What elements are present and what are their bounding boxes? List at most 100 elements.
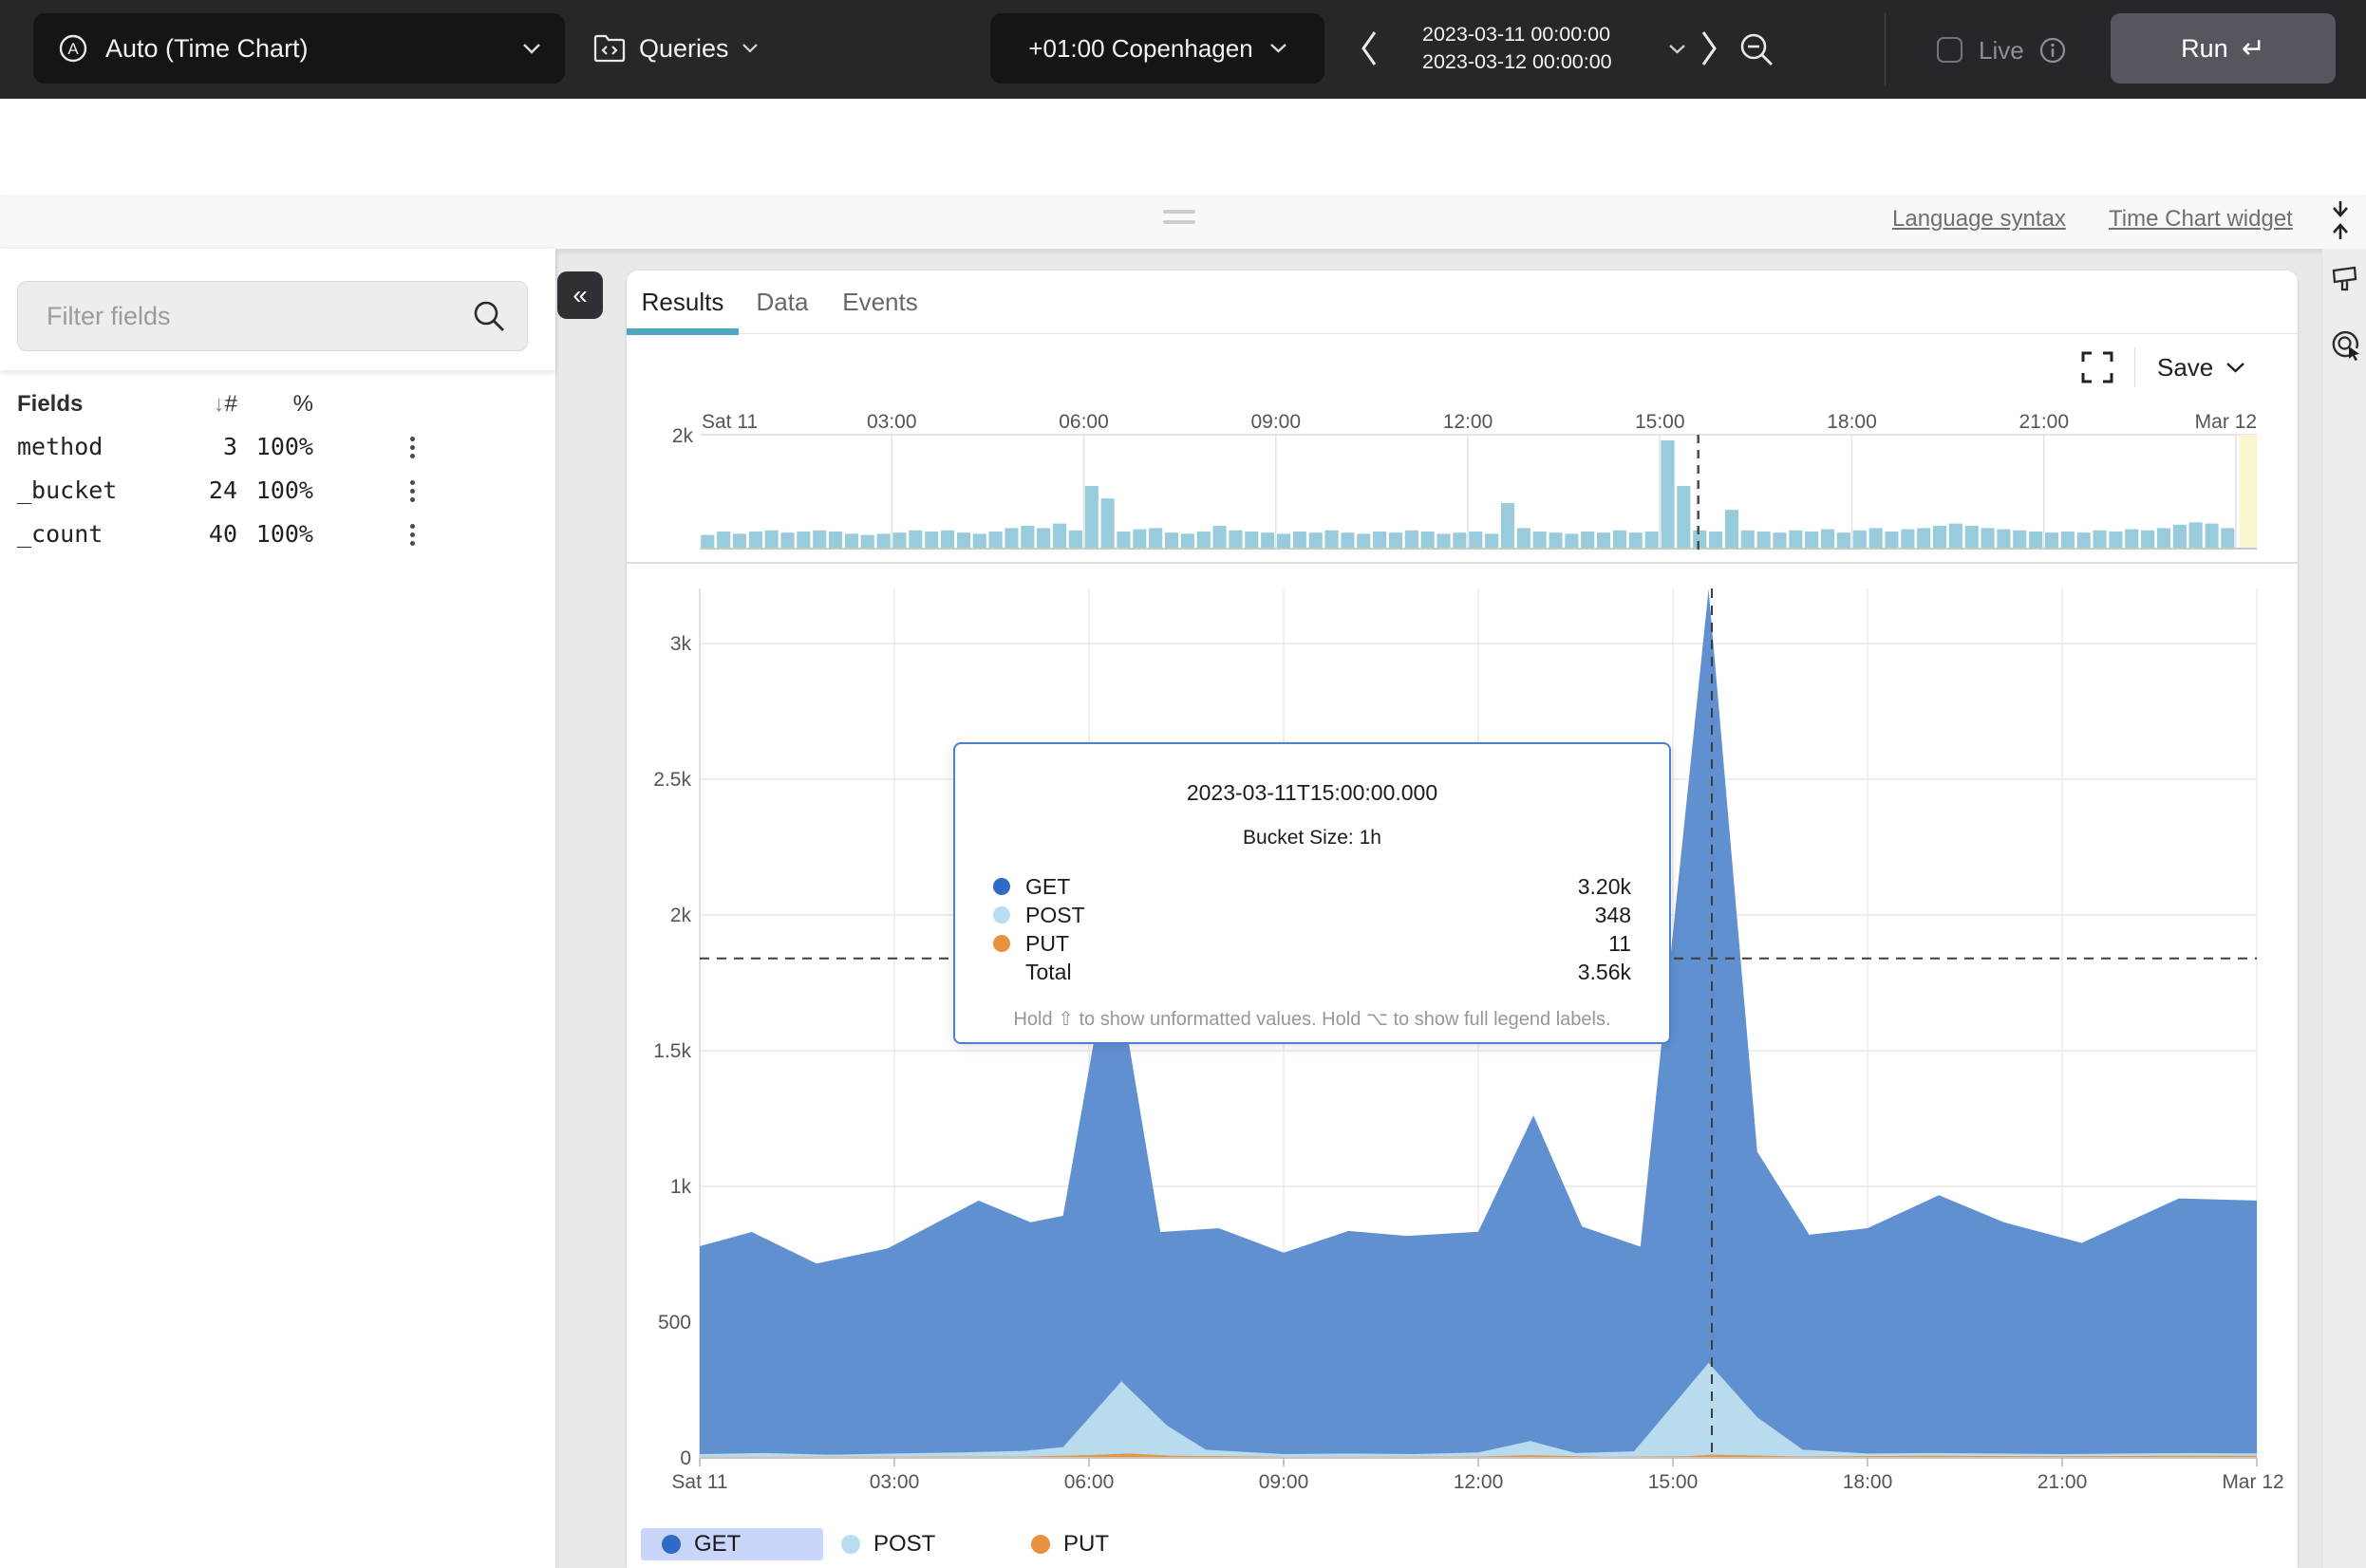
- histogram-bar[interactable]: [1037, 528, 1050, 549]
- histogram-bar[interactable]: [1677, 486, 1690, 549]
- field-row-_bucket[interactable]: _bucket24100%: [0, 471, 555, 514]
- histogram-bar[interactable]: [2189, 522, 2203, 549]
- histogram-bar[interactable]: [1117, 532, 1130, 549]
- histogram-bar[interactable]: [1773, 532, 1786, 549]
- histogram-bar[interactable]: [1901, 530, 1914, 549]
- save-button[interactable]: Save: [2157, 353, 2244, 383]
- histogram-bar[interactable]: [2061, 532, 2075, 549]
- histogram-bar[interactable]: [1885, 532, 1898, 549]
- histogram-bar[interactable]: [957, 532, 970, 549]
- histogram-bar[interactable]: [1197, 532, 1211, 549]
- histogram-bar[interactable]: [925, 532, 938, 549]
- histogram-bar[interactable]: [1245, 532, 1258, 549]
- field-menu-kebab-icon[interactable]: [403, 476, 422, 509]
- info-icon[interactable]: [2039, 37, 2066, 64]
- histogram-bar[interactable]: [892, 532, 906, 549]
- filter-fields-inputbox[interactable]: [17, 281, 528, 351]
- histogram-bar[interactable]: [1741, 531, 1755, 549]
- histogram-bar[interactable]: [2077, 532, 2091, 549]
- query-editor[interactable]: 1 timeChart(span=1h, function=count(), s…: [0, 99, 2366, 195]
- histogram-bar[interactable]: [2094, 531, 2107, 549]
- histogram-bar[interactable]: [813, 531, 826, 549]
- histogram-bar[interactable]: [1613, 531, 1626, 549]
- histogram-bar[interactable]: [1917, 528, 1930, 549]
- histogram-bar[interactable]: [1405, 531, 1418, 549]
- time-range-next-button[interactable]: [1699, 29, 1718, 67]
- histogram-bar[interactable]: [1949, 524, 1962, 549]
- histogram-bar[interactable]: [1053, 524, 1066, 549]
- histogram-bar[interactable]: [845, 533, 858, 549]
- histogram-bar[interactable]: [2141, 531, 2154, 549]
- field-row-method[interactable]: method3100%: [0, 427, 555, 471]
- histogram-bar[interactable]: [2045, 532, 2058, 549]
- histogram-bar[interactable]: [829, 532, 842, 549]
- histogram-bar[interactable]: [765, 531, 779, 549]
- field-menu-kebab-icon[interactable]: [403, 433, 422, 465]
- histogram-bar[interactable]: [1981, 528, 1995, 549]
- histogram-bar[interactable]: [1597, 532, 1610, 549]
- histogram-bar[interactable]: [1662, 440, 1675, 549]
- histogram-bar[interactable]: [1453, 532, 1466, 549]
- histogram-bar[interactable]: [973, 533, 986, 549]
- histogram-bar[interactable]: [701, 535, 714, 549]
- legend-item-post[interactable]: POST: [841, 1528, 935, 1560]
- histogram-bar[interactable]: [1469, 532, 1482, 549]
- histogram-bar[interactable]: [1549, 532, 1563, 549]
- histogram-bar[interactable]: [1277, 533, 1290, 549]
- histogram-bar[interactable]: [1501, 503, 1514, 549]
- histogram-bar[interactable]: [1085, 486, 1098, 549]
- histogram-bar[interactable]: [1629, 532, 1643, 549]
- tab-results[interactable]: Results: [627, 271, 739, 333]
- fullscreen-icon[interactable]: [2081, 351, 2113, 383]
- histogram-bar[interactable]: [2206, 524, 2219, 549]
- histogram-bar[interactable]: [1229, 531, 1242, 549]
- resize-drag-handle[interactable]: [1163, 220, 1195, 224]
- histogram-bar[interactable]: [1565, 533, 1578, 549]
- time-range-previous-button[interactable]: [1360, 29, 1379, 67]
- histogram-bar[interactable]: [1069, 531, 1082, 549]
- histogram-bar[interactable]: [1757, 532, 1771, 549]
- histogram-bar[interactable]: [1821, 530, 1834, 549]
- histogram-bar[interactable]: [1485, 533, 1498, 549]
- histogram-bar[interactable]: [1309, 532, 1323, 549]
- histogram-bar[interactable]: [1325, 531, 1339, 549]
- histogram-bar[interactable]: [2013, 531, 2026, 549]
- histogram-bar[interactable]: [1805, 532, 1818, 549]
- histogram-bar[interactable]: [989, 532, 1003, 549]
- time-chart-widget-link[interactable]: Time Chart widget: [2109, 206, 2293, 233]
- tab-events[interactable]: Events: [839, 271, 921, 333]
- run-button[interactable]: Run ↵: [2111, 13, 2336, 84]
- histogram-bar[interactable]: [2221, 528, 2234, 549]
- histogram-bar[interactable]: [1437, 533, 1451, 549]
- view-selector-button[interactable]: A Auto (Time Chart): [33, 13, 565, 84]
- histogram-bar[interactable]: [1213, 526, 1227, 549]
- histogram-bar[interactable]: [1997, 530, 2010, 549]
- histogram-bar[interactable]: [1261, 532, 1274, 549]
- field-row-_count[interactable]: _count40100%: [0, 514, 555, 558]
- time-range-display[interactable]: 2023-03-11 00:00:00 2023-03-12 00:00:00: [1422, 21, 1660, 76]
- style-paintbrush-icon[interactable]: [2330, 264, 2360, 294]
- resize-drag-handle[interactable]: [1163, 210, 1195, 214]
- histogram-bar[interactable]: [749, 532, 762, 549]
- histogram-bar[interactable]: [1517, 528, 1530, 549]
- histogram-bar[interactable]: [1005, 528, 1018, 549]
- histogram-bar[interactable]: [1853, 531, 1867, 549]
- histogram-bar[interactable]: [1149, 528, 1162, 549]
- zoom-out-icon[interactable]: [1737, 30, 1775, 68]
- histogram-bar[interactable]: [1837, 532, 1850, 549]
- live-checkbox[interactable]: [1937, 37, 1962, 63]
- histogram-bar[interactable]: [797, 532, 810, 549]
- timezone-selector-button[interactable]: +01:00 Copenhagen: [990, 13, 1324, 84]
- histogram-bar[interactable]: [1021, 526, 1034, 549]
- histogram-bar[interactable]: [909, 531, 922, 549]
- histogram-bar[interactable]: [1181, 533, 1194, 549]
- histogram-bar[interactable]: [1533, 532, 1547, 549]
- histogram-bar[interactable]: [1933, 526, 1946, 549]
- histogram-bar[interactable]: [1373, 532, 1386, 549]
- histogram-bar[interactable]: [877, 533, 891, 549]
- histogram-bar[interactable]: [1965, 526, 1979, 549]
- histogram-bar[interactable]: [1421, 532, 1435, 549]
- timechart-area-chart[interactable]: 05001k1.5k2k2.5k3kSat 1103:0006:0009:001…: [627, 569, 2298, 1519]
- histogram-bar[interactable]: [941, 531, 954, 549]
- histogram-bar[interactable]: [861, 535, 874, 549]
